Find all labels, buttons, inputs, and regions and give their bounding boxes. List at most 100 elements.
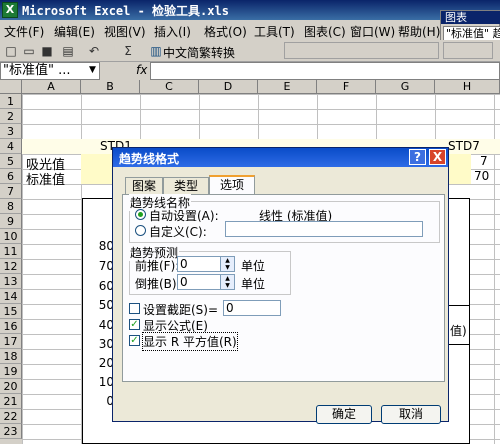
row-header[interactable]: 15 xyxy=(0,304,22,319)
cell-h6[interactable]: 70 xyxy=(474,169,489,183)
row-header[interactable]: 8 xyxy=(0,199,22,214)
row-header[interactable]: 16 xyxy=(0,319,22,334)
cancel-button[interactable]: 取消 xyxy=(381,405,441,424)
row-header[interactable]: 23 xyxy=(0,424,22,439)
row-header[interactable]: 19 xyxy=(0,364,22,379)
column-header-f[interactable]: F xyxy=(317,80,376,94)
dialog-title-bar[interactable]: 趋势线格式 ? X xyxy=(113,148,448,167)
intercept-input[interactable]: 0 xyxy=(223,300,281,316)
column-header-c[interactable]: C xyxy=(140,80,199,94)
menu-tools[interactable]: 工具(T) xyxy=(254,23,295,40)
row-header[interactable]: 20 xyxy=(0,379,22,394)
auto-name-label[interactable]: 自动设置(A): xyxy=(149,207,219,224)
font-box[interactable] xyxy=(284,42,439,59)
row-header[interactable]: 3 xyxy=(0,124,22,139)
menu-format[interactable]: 格式(O) xyxy=(204,23,247,40)
row-header[interactable]: 1 xyxy=(0,94,22,109)
convert-button[interactable]: 中文简繁转换 xyxy=(163,44,235,61)
cell-h5[interactable]: 7 xyxy=(480,154,488,168)
formula-input[interactable] xyxy=(150,62,500,80)
column-header-e[interactable]: E xyxy=(258,80,317,94)
y-tick-label: 60 xyxy=(98,279,114,293)
row-header[interactable]: 18 xyxy=(0,349,22,364)
select-all-corner[interactable] xyxy=(0,80,22,94)
open-icon[interactable]: ▭ xyxy=(21,43,37,59)
forward-input[interactable]: 0 xyxy=(177,256,221,272)
forward-label: 前推(F): xyxy=(135,259,180,273)
legend-text: 值) xyxy=(450,324,467,338)
row-header[interactable]: 10 xyxy=(0,229,22,244)
formula-bar: "标准值" ... ▼ fx xyxy=(0,62,500,80)
y-tick-label: 70 xyxy=(98,259,114,273)
y-tick-label: 20 xyxy=(98,356,114,370)
row-header[interactable]: 6 xyxy=(0,169,22,184)
menu-help[interactable]: 帮助(H) xyxy=(398,23,440,40)
custom-name-label[interactable]: 自定义(C): xyxy=(149,223,207,240)
menu-bar: 文件(F) 编辑(E) 视图(V) 插入(I) 格式(O) 工具(T) 图表(C… xyxy=(0,20,440,40)
y-tick-label: 50 xyxy=(98,298,114,312)
format-trendline-dialog: 趋势线格式 ? X 图案 类型 选项 趋势线名称 自动设置(A): 线性 (标准… xyxy=(112,147,449,424)
ok-button[interactable]: 确定 xyxy=(316,405,372,424)
column-header-h[interactable]: H xyxy=(435,80,500,94)
y-tick-label: 10 xyxy=(98,375,114,389)
menu-insert[interactable]: 插入(I) xyxy=(154,23,191,40)
size-box[interactable] xyxy=(443,42,493,59)
column-header-d[interactable]: D xyxy=(199,80,258,94)
row-header[interactable]: 12 xyxy=(0,259,22,274)
standard-toolbar: □ ▭ ■ ▤ ↶ Σ ▥ 中文简繁转换 xyxy=(0,40,500,62)
custom-name-input[interactable] xyxy=(225,221,423,237)
options-panel: 趋势线名称 自动设置(A): 线性 (标准值) 自定义(C): 趋势预测 前推(… xyxy=(122,194,445,382)
new-icon[interactable]: □ xyxy=(3,43,19,59)
column-header-g[interactable]: G xyxy=(376,80,435,94)
row-header[interactable]: 21 xyxy=(0,394,22,409)
cell-a6[interactable]: 标准值 xyxy=(26,169,65,188)
chart-wizard-icon[interactable]: ▥ xyxy=(148,43,164,59)
set-intercept-label[interactable]: 设置截距(S)= xyxy=(143,301,218,318)
backward-spinner[interactable]: ▲ ▼ xyxy=(221,274,235,290)
custom-name-radio[interactable] xyxy=(135,225,146,236)
set-intercept-checkbox[interactable] xyxy=(129,303,140,314)
backward-input[interactable]: 0 xyxy=(177,274,221,290)
row-header[interactable]: 5 xyxy=(0,154,22,169)
row-header[interactable]: 22 xyxy=(0,409,22,424)
row-header[interactable]: 13 xyxy=(0,274,22,289)
help-button[interactable]: ? xyxy=(409,149,426,165)
undo-icon[interactable]: ↶ xyxy=(86,43,102,59)
chevron-down-icon[interactable]: ▼ xyxy=(86,63,99,78)
print-icon[interactable]: ▤ xyxy=(60,43,76,59)
y-tick-label: 80 xyxy=(98,239,114,253)
column-header-b[interactable]: B xyxy=(81,80,140,94)
show-equation-checkbox[interactable]: ✓ xyxy=(129,319,140,330)
show-equation-label[interactable]: 显示公式(E) xyxy=(143,317,208,334)
row-header[interactable]: 17 xyxy=(0,334,22,349)
menu-edit[interactable]: 编辑(E) xyxy=(54,23,95,40)
row-header[interactable]: 14 xyxy=(0,289,22,304)
menu-window[interactable]: 窗口(W) xyxy=(350,23,395,40)
save-icon[interactable]: ■ xyxy=(39,43,55,59)
show-r2-label[interactable]: 显示 R 平方值(R) xyxy=(142,332,238,351)
row-header[interactable]: 7 xyxy=(0,184,22,199)
sum-icon[interactable]: Σ xyxy=(120,43,136,59)
auto-name-radio[interactable] xyxy=(135,209,146,220)
cell-h4[interactable]: STD7 xyxy=(448,139,480,153)
y-tick-label: 40 xyxy=(98,318,114,332)
menu-chart[interactable]: 图表(C) xyxy=(304,23,346,40)
menu-file[interactable]: 文件(F) xyxy=(4,23,44,40)
tab-type[interactable]: 类型 xyxy=(163,177,209,195)
forward-spinner[interactable]: ▲ ▼ xyxy=(221,256,235,272)
menu-view[interactable]: 视图(V) xyxy=(104,23,146,40)
fx-icon[interactable]: fx xyxy=(136,63,147,77)
backward-unit: 单位 xyxy=(241,277,266,291)
show-r2-checkbox[interactable]: ✓ xyxy=(129,335,140,346)
name-box[interactable]: "标准值" ... xyxy=(0,62,100,80)
window-title: Microsoft Excel - 检验工具.xls xyxy=(22,4,229,18)
backward-label: 倒推(B): xyxy=(135,277,181,291)
close-button[interactable]: X xyxy=(429,149,446,165)
chart-toolbar-title[interactable]: 图表 xyxy=(441,11,500,24)
row-header[interactable]: 11 xyxy=(0,244,22,259)
row-header[interactable]: 2 xyxy=(0,109,22,124)
column-header-a[interactable]: A xyxy=(22,80,81,94)
tab-patterns[interactable]: 图案 xyxy=(125,177,163,195)
row-header[interactable]: 9 xyxy=(0,214,22,229)
row-header[interactable]: 4 xyxy=(0,139,22,154)
